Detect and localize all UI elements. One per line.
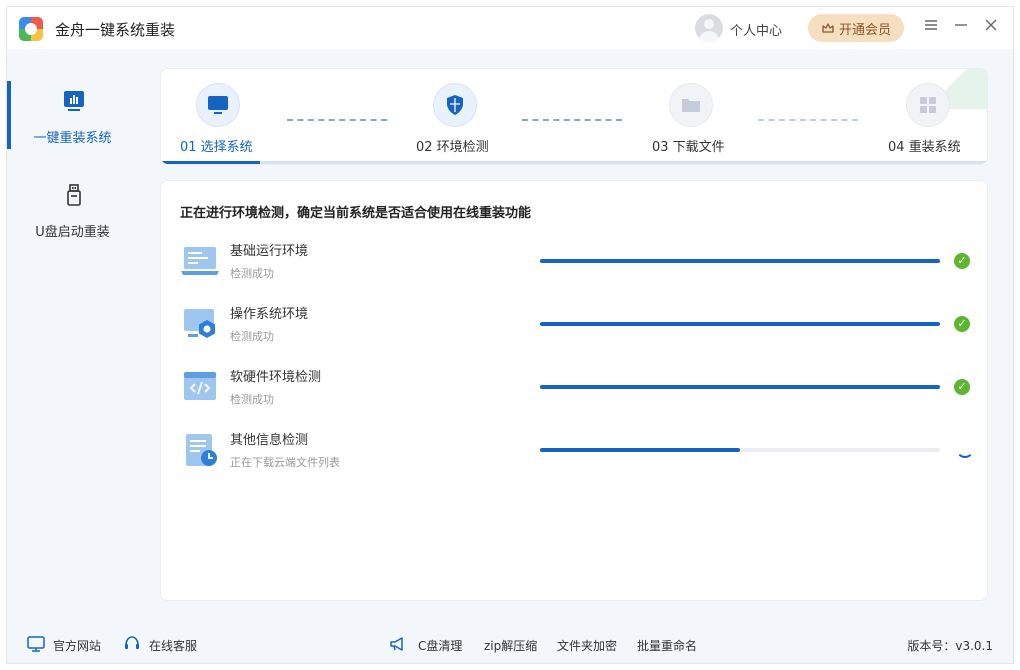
system-settings-icon [184, 309, 215, 338]
step-connector [522, 119, 622, 121]
list-item: 基础运行环境 检测成功 ✓ [161, 238, 989, 290]
close-button[interactable] [981, 17, 1001, 37]
zip-link[interactable]: zip解压缩 [484, 637, 537, 654]
detection-panel: 正在进行环境检测，确定当前系统是否适合使用在线重装功能 基础运行环境 检测成功 … [160, 180, 988, 601]
progress-track [540, 385, 940, 389]
step-connector [758, 119, 858, 121]
loading-spinner-icon [956, 440, 974, 458]
check-icon: ✓ [954, 379, 970, 395]
step-4-label: 04 重装系统 [888, 140, 961, 155]
sidebar-item-usb-reinstall[interactable]: U盘启动重装 [7, 175, 138, 255]
step-2-circle [433, 83, 477, 127]
online-service-link[interactable]: 在线客服 [149, 637, 197, 654]
item-name: 其他信息检测 [230, 433, 309, 448]
sidebar-item-label: 一键重装系统 [33, 131, 112, 146]
vip-button[interactable]: 开通会员 [808, 14, 904, 42]
monitor-icon [27, 636, 45, 652]
close-icon [985, 19, 997, 31]
step-2-label: 02 环境检测 [416, 140, 489, 155]
step-3-label: 03 下载文件 [652, 140, 725, 155]
folder-encrypt-link[interactable]: 文件夹加密 [557, 637, 617, 654]
check-icon: ✓ [954, 316, 970, 332]
official-site-link[interactable]: 官方网站 [53, 637, 101, 654]
code-window-icon [184, 372, 216, 400]
item-status: 检测成功 [230, 267, 274, 280]
crown-icon [822, 23, 834, 33]
steps-panel: 01 选择系统 02 环境检测 03 下载文件 04 重装系统 [160, 68, 988, 165]
progress-fill [540, 385, 940, 389]
list-item: 软硬件环境检测 检测成功 ✓ [161, 364, 989, 416]
shield-icon [447, 95, 463, 115]
megaphone-icon [390, 637, 403, 651]
app-window: 金舟一键系统重装 个人中心 开通会员 一键重装系统 U盘启动重装 01 选择系统… [6, 6, 1014, 664]
list-item: 其他信息检测 正在下载云端文件列表 [161, 427, 989, 479]
step-1-label: 01 选择系统 [180, 140, 253, 155]
steps-progress-track [161, 161, 987, 164]
vip-label: 开通会员 [838, 22, 891, 38]
avatar[interactable] [695, 14, 723, 42]
folder-icon [682, 99, 700, 112]
item-status: 检测成功 [230, 393, 274, 406]
progress-fill [540, 448, 740, 452]
version-label: 版本号：v3.0.1 [907, 639, 993, 653]
progress-fill [540, 259, 940, 263]
item-status: 检测成功 [230, 330, 274, 343]
check-icon: ✓ [954, 253, 970, 269]
app-title: 金舟一键系统重装 [55, 21, 176, 39]
step-1-circle [196, 83, 240, 127]
app-logo-icon [19, 17, 43, 41]
laptop-icon [181, 247, 219, 275]
title-bar: 金舟一键系统重装 个人中心 开通会员 [7, 7, 1013, 49]
headset-icon [125, 636, 139, 649]
item-status: 正在下载云端文件列表 [230, 456, 340, 469]
step-connector [287, 119, 387, 121]
item-name: 基础运行环境 [230, 244, 309, 259]
menu-button[interactable] [921, 17, 941, 37]
steps-progress-fill [161, 161, 261, 164]
menu-icon [925, 20, 937, 30]
monitor-icon [208, 96, 228, 114]
user-center-link[interactable]: 个人中心 [730, 20, 782, 39]
sidebar: 一键重装系统 U盘启动重装 [7, 49, 138, 623]
step-4-circle [906, 83, 950, 127]
document-clock-icon [186, 434, 217, 466]
usb-drive-icon [67, 184, 81, 206]
list-item: 操作系统环境 检测成功 ✓ [161, 301, 989, 353]
chart-monitor-icon [64, 91, 84, 111]
progress-track [540, 448, 940, 452]
sidebar-item-label: U盘启动重装 [35, 225, 110, 240]
footer: 官方网站 在线客服 C盘清理 zip解压缩 文件夹加密 批量重命名 版本号：v3… [7, 625, 1013, 663]
detection-title: 正在进行环境检测，确定当前系统是否适合使用在线重装功能 [180, 206, 532, 221]
batch-rename-link[interactable]: 批量重命名 [637, 637, 697, 654]
item-name: 操作系统环境 [230, 307, 309, 322]
progress-fill [540, 322, 940, 326]
progress-track [540, 259, 940, 263]
c-clean-link[interactable]: C盘清理 [418, 637, 462, 654]
windows-grid-icon [920, 97, 936, 113]
sidebar-item-one-click-reinstall[interactable]: 一键重装系统 [7, 81, 138, 161]
minimize-icon [955, 24, 967, 26]
item-name: 软硬件环境检测 [230, 370, 322, 385]
progress-track [540, 322, 940, 326]
step-3-circle [669, 83, 713, 127]
minimize-button[interactable] [951, 17, 971, 37]
